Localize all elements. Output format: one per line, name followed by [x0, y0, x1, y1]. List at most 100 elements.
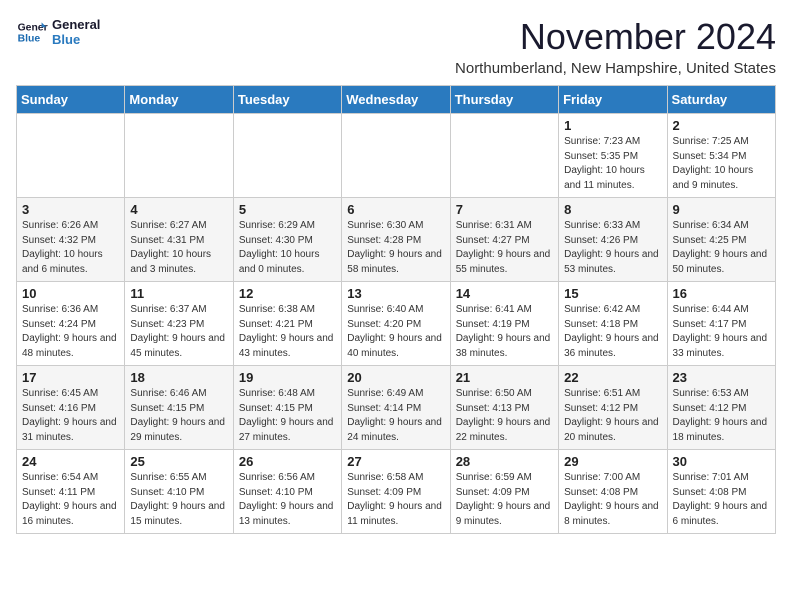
day-info: Sunrise: 6:31 AM Sunset: 4:27 PM Dayligh… [456, 219, 553, 277]
location-title: Northumberland, New Hampshire, United St… [455, 60, 776, 77]
day-number: 1 [564, 118, 661, 133]
table-row: 10 Sunrise: 6:36 AM Sunset: 4:24 PM Dayli… [17, 282, 125, 366]
day-info: Sunrise: 6:33 AM Sunset: 4:26 PM Dayligh… [564, 219, 661, 277]
table-row: 3Sunrise: 6:26 AM Sunset: 4:32 PM Daylig… [17, 198, 125, 282]
day-info: Sunrise: 6:27 AM Sunset: 4:31 PM Dayligh… [130, 219, 227, 277]
day-info: Sunrise: 6:48 AM Sunset: 4:15 PM Dayligh… [239, 387, 336, 445]
table-row: 25 Sunrise: 6:55 AM Sunset: 4:10 PM Dayli… [125, 450, 233, 534]
calendar-week-row: 24Sunrise: 6:54 AM Sunset: 4:11 PM Dayli… [17, 450, 776, 534]
table-row [233, 114, 341, 198]
table-row: 9Sunrise: 6:34 AM Sunset: 4:25 PM Daylig… [667, 198, 775, 282]
day-number: 4 [130, 202, 227, 217]
day-number: 19 [239, 370, 336, 385]
table-row: 16 Sunrise: 6:44 AM Sunset: 4:17 PM Dayli… [667, 282, 775, 366]
day-info: Sunrise: 7:00 AM Sunset: 4:08 PM Dayligh… [564, 471, 661, 529]
title-area: November 2024 Northumberland, New Hampsh… [455, 16, 776, 77]
day-number: 15 [564, 286, 661, 301]
day-info: Sunrise: 6:26 AM Sunset: 4:32 PM Dayligh… [22, 219, 119, 277]
table-row: 26Sunrise: 6:56 AM Sunset: 4:10 PM Dayli… [233, 450, 341, 534]
table-row: 5 Sunrise: 6:29 AM Sunset: 4:30 PM Daylig… [233, 198, 341, 282]
day-info: Sunrise: 6:41 AM Sunset: 4:19 PM Dayligh… [456, 303, 553, 361]
day-number: 14 [456, 286, 553, 301]
day-number: 28 [456, 454, 553, 469]
day-number: 5 [239, 202, 336, 217]
day-number: 8 [564, 202, 661, 217]
day-number: 30 [673, 454, 770, 469]
table-row: 27Sunrise: 6:58 AM Sunset: 4:09 PM Dayli… [342, 450, 450, 534]
day-number: 11 [130, 286, 227, 301]
table-row: 8 Sunrise: 6:33 AM Sunset: 4:26 PM Daylig… [559, 198, 667, 282]
table-row: 12 Sunrise: 6:38 AM Sunset: 4:21 PM Dayli… [233, 282, 341, 366]
header-saturday: Saturday [667, 86, 775, 114]
table-row [125, 114, 233, 198]
day-number: 17 [22, 370, 119, 385]
table-row: 1 Sunrise: 7:23 AM Sunset: 5:35 PM Daylig… [559, 114, 667, 198]
table-row: 18Sunrise: 6:46 AM Sunset: 4:15 PM Dayli… [125, 366, 233, 450]
day-number: 25 [130, 454, 227, 469]
calendar-week-row: 17 Sunrise: 6:45 AM Sunset: 4:16 PM Dayli… [17, 366, 776, 450]
table-row: 30 Sunrise: 7:01 AM Sunset: 4:08 PM Dayli… [667, 450, 775, 534]
table-row: 14 Sunrise: 6:41 AM Sunset: 4:19 PM Dayli… [450, 282, 558, 366]
day-number: 7 [456, 202, 553, 217]
table-row [342, 114, 450, 198]
day-info: Sunrise: 6:36 AM Sunset: 4:24 PM Dayligh… [22, 303, 119, 361]
table-row: 6Sunrise: 6:30 AM Sunset: 4:28 PM Daylig… [342, 198, 450, 282]
day-info: Sunrise: 6:38 AM Sunset: 4:21 PM Dayligh… [239, 303, 336, 361]
day-number: 27 [347, 454, 444, 469]
day-info: Sunrise: 6:40 AM Sunset: 4:20 PM Dayligh… [347, 303, 444, 361]
table-row: 11Sunrise: 6:37 AM Sunset: 4:23 PM Dayli… [125, 282, 233, 366]
header-tuesday: Tuesday [233, 86, 341, 114]
day-info: Sunrise: 6:49 AM Sunset: 4:14 PM Dayligh… [347, 387, 444, 445]
day-info: Sunrise: 6:44 AM Sunset: 4:17 PM Dayligh… [673, 303, 770, 361]
table-row: 4 Sunrise: 6:27 AM Sunset: 4:31 PM Daylig… [125, 198, 233, 282]
day-info: Sunrise: 6:54 AM Sunset: 4:11 PM Dayligh… [22, 471, 119, 529]
header-row: Sunday Monday Tuesday Wednesday Thursday… [17, 86, 776, 114]
table-row: 13 Sunrise: 6:40 AM Sunset: 4:20 PM Dayli… [342, 282, 450, 366]
header-friday: Friday [559, 86, 667, 114]
table-row: 17 Sunrise: 6:45 AM Sunset: 4:16 PM Dayli… [17, 366, 125, 450]
day-info: Sunrise: 7:01 AM Sunset: 4:08 PM Dayligh… [673, 471, 770, 529]
day-number: 12 [239, 286, 336, 301]
day-number: 21 [456, 370, 553, 385]
day-number: 6 [347, 202, 444, 217]
logo-line1: General [52, 17, 100, 32]
day-info: Sunrise: 6:55 AM Sunset: 4:10 PM Dayligh… [130, 471, 227, 529]
table-row: 23Sunrise: 6:53 AM Sunset: 4:12 PM Dayli… [667, 366, 775, 450]
svg-text:General: General [18, 22, 48, 33]
day-number: 10 [22, 286, 119, 301]
day-number: 13 [347, 286, 444, 301]
day-info: Sunrise: 6:34 AM Sunset: 4:25 PM Dayligh… [673, 219, 770, 277]
table-row: 28 Sunrise: 6:59 AM Sunset: 4:09 PM Dayli… [450, 450, 558, 534]
day-info: Sunrise: 6:50 AM Sunset: 4:13 PM Dayligh… [456, 387, 553, 445]
calendar-week-row: 3Sunrise: 6:26 AM Sunset: 4:32 PM Daylig… [17, 198, 776, 282]
day-number: 20 [347, 370, 444, 385]
day-info: Sunrise: 6:59 AM Sunset: 4:09 PM Dayligh… [456, 471, 553, 529]
day-number: 22 [564, 370, 661, 385]
calendar-week-row: 10 Sunrise: 6:36 AM Sunset: 4:24 PM Dayli… [17, 282, 776, 366]
calendar-body: 1 Sunrise: 7:23 AM Sunset: 5:35 PM Daylig… [17, 114, 776, 534]
day-number: 18 [130, 370, 227, 385]
day-info: Sunrise: 6:29 AM Sunset: 4:30 PM Dayligh… [239, 219, 336, 277]
header-thursday: Thursday [450, 86, 558, 114]
header-monday: Monday [125, 86, 233, 114]
day-info: Sunrise: 6:45 AM Sunset: 4:16 PM Dayligh… [22, 387, 119, 445]
table-row: 2Sunrise: 7:25 AM Sunset: 5:34 PM Daylig… [667, 114, 775, 198]
day-number: 29 [564, 454, 661, 469]
day-info: Sunrise: 7:25 AM Sunset: 5:34 PM Dayligh… [673, 135, 770, 193]
svg-text:Blue: Blue [18, 34, 41, 45]
logo: General Blue General Blue [16, 16, 100, 48]
day-info: Sunrise: 7:23 AM Sunset: 5:35 PM Dayligh… [564, 135, 661, 193]
header-wednesday: Wednesday [342, 86, 450, 114]
header-sunday: Sunday [17, 86, 125, 114]
page-header: General Blue General Blue November 2024 … [16, 16, 776, 77]
table-row [17, 114, 125, 198]
calendar-header: Sunday Monday Tuesday Wednesday Thursday… [17, 86, 776, 114]
table-row: 20 Sunrise: 6:49 AM Sunset: 4:14 PM Dayli… [342, 366, 450, 450]
day-info: Sunrise: 6:53 AM Sunset: 4:12 PM Dayligh… [673, 387, 770, 445]
logo-line2: Blue [52, 32, 100, 47]
table-row: 21 Sunrise: 6:50 AM Sunset: 4:13 PM Dayli… [450, 366, 558, 450]
day-number: 16 [673, 286, 770, 301]
month-title: November 2024 [455, 16, 776, 58]
table-row: 7 Sunrise: 6:31 AM Sunset: 4:27 PM Daylig… [450, 198, 558, 282]
table-row: 24Sunrise: 6:54 AM Sunset: 4:11 PM Dayli… [17, 450, 125, 534]
